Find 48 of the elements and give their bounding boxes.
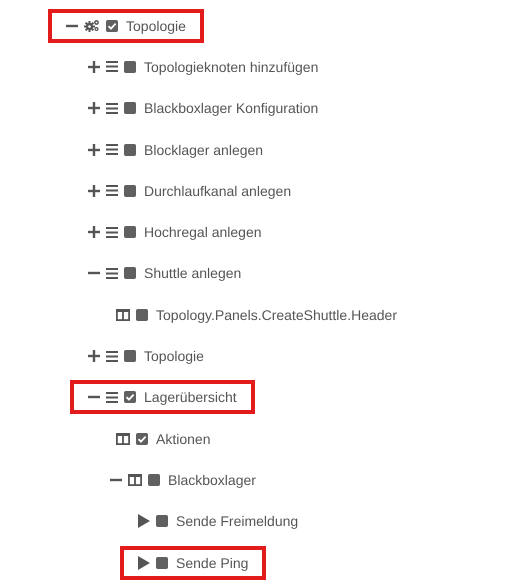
expand-icon[interactable] (88, 60, 100, 73)
checkbox[interactable] (124, 184, 136, 197)
list-icon (106, 185, 118, 196)
node-label[interactable]: Topologie (126, 18, 186, 34)
checkbox[interactable] (156, 556, 168, 568)
list-icon (106, 350, 118, 362)
play-icon (138, 556, 150, 570)
expand-icon[interactable] (88, 184, 100, 197)
node-label[interactable]: Topology.Panels.CreateShuttle.Header (156, 306, 398, 323)
node-label[interactable]: Blackboxlager Konfiguration (144, 100, 318, 116)
columns-icon (116, 308, 130, 321)
expand-icon[interactable] (88, 102, 100, 114)
list-icon (106, 144, 118, 156)
checkbox[interactable] (124, 391, 136, 404)
checkbox[interactable] (124, 267, 136, 280)
checkbox[interactable] (124, 60, 136, 73)
node-label[interactable]: Durchlaufkanal anlegen (144, 182, 292, 199)
columns-icon (116, 432, 130, 445)
expand-icon[interactable] (88, 226, 100, 238)
checkbox[interactable] (136, 432, 148, 445)
play-icon (138, 514, 150, 528)
list-icon (106, 268, 118, 279)
checkbox[interactable] (136, 308, 148, 321)
checkbox[interactable] (124, 226, 136, 238)
checkbox[interactable] (106, 20, 118, 32)
node-label[interactable]: Blackboxlager (168, 472, 256, 488)
checkbox[interactable] (156, 515, 168, 528)
node-label[interactable]: Hochregal anlegen (144, 224, 262, 240)
checkbox[interactable] (124, 144, 136, 156)
expand-icon[interactable] (88, 350, 100, 362)
list-icon (106, 392, 118, 403)
node-label[interactable]: Shuttle anlegen (144, 265, 242, 282)
checkbox[interactable] (148, 474, 160, 486)
list-icon (106, 226, 118, 238)
list-icon (106, 61, 118, 72)
node-label[interactable]: Aktionen (156, 430, 210, 447)
checkbox[interactable] (124, 102, 136, 114)
node-label[interactable]: Topologieknoten hinzufügen (144, 58, 318, 75)
list-icon (106, 102, 118, 114)
node-label[interactable]: Blocklager anlegen (144, 142, 264, 158)
node-label[interactable]: Sende Freimeldung (176, 513, 298, 530)
expand-icon[interactable] (88, 144, 100, 156)
checkbox[interactable] (124, 350, 136, 362)
node-label[interactable]: Topologie (144, 348, 204, 364)
node-label[interactable]: Sende Ping (176, 554, 248, 570)
node-label[interactable]: Lagerübersicht (144, 389, 237, 406)
gears-icon (84, 19, 100, 32)
columns-icon (128, 474, 142, 486)
